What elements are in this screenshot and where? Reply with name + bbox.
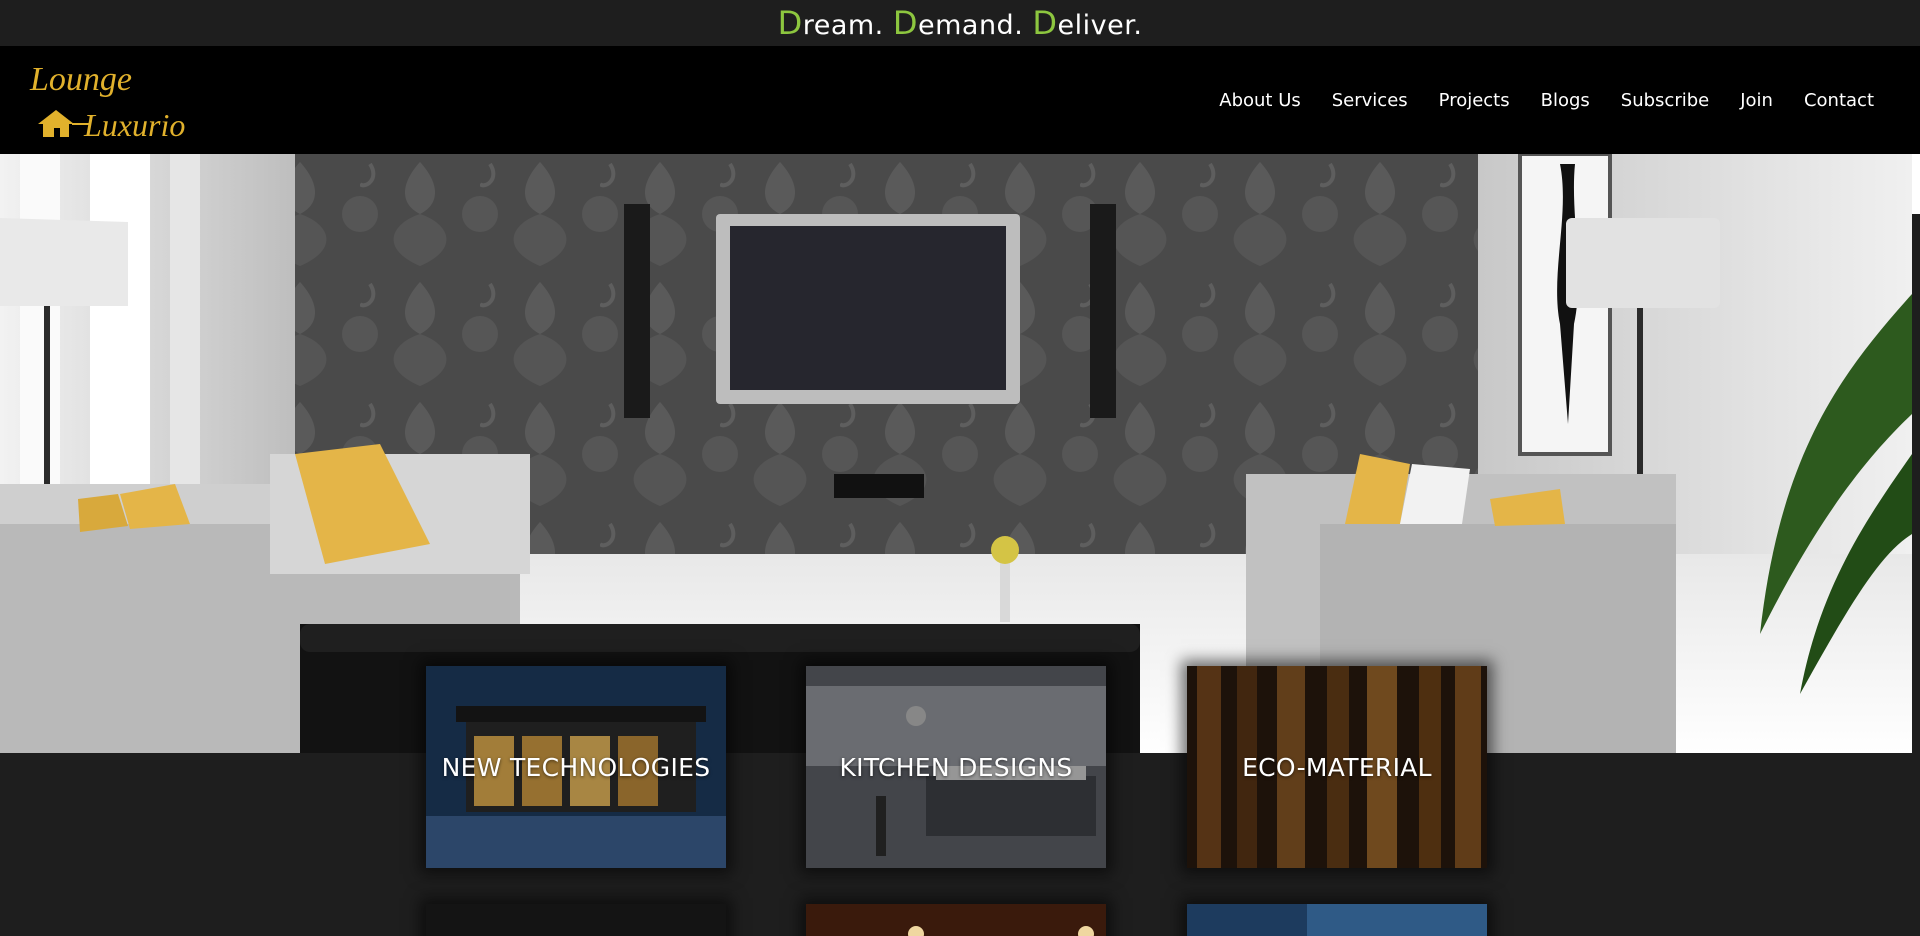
tagline-initial: D — [1032, 4, 1058, 42]
nav-item-services[interactable]: Services — [1332, 90, 1408, 111]
service-card-kitchen-designs[interactable]: KITCHEN DESIGNS — [806, 666, 1106, 868]
hero-image — [0, 154, 1912, 753]
tagline-word: eliver. — [1057, 10, 1143, 41]
service-card-row2-3[interactable] — [1187, 904, 1487, 936]
main-nav: About Us Services Projects Blogs Subscri… — [1188, 46, 1874, 154]
nav-item-contact[interactable]: Contact — [1804, 90, 1874, 111]
logo-house-icon: Lounge Luxurio — [29, 61, 185, 143]
living-room-illustration — [0, 154, 1912, 753]
service-card-eco-material[interactable]: ECO-MATERIAL — [1187, 666, 1487, 868]
nav-item-subscribe[interactable]: Subscribe — [1621, 90, 1709, 111]
wood-ceiling-image — [806, 904, 1106, 936]
dark-texture-image — [426, 904, 726, 936]
logo-text-line2: Luxurio — [83, 107, 185, 143]
nav-item-join[interactable]: Join — [1740, 90, 1773, 111]
logo-text-line1: Lounge — [29, 61, 132, 98]
scrollbar-stub[interactable] — [1912, 154, 1920, 214]
service-card-row2-2[interactable] — [806, 904, 1106, 936]
sky-image — [1187, 904, 1487, 936]
site-header: Lounge Luxurio About Us Services Project… — [0, 46, 1920, 154]
service-card-row2-1[interactable] — [426, 904, 726, 936]
tagline-word: emand. — [917, 10, 1033, 41]
tagline: Dream. Demand. Deliver. — [778, 4, 1143, 42]
service-card-new-technologies[interactable]: NEW TECHNOLOGIES — [426, 666, 726, 868]
card-label: ECO-MATERIAL — [1242, 752, 1432, 782]
nav-item-about-us[interactable]: About Us — [1219, 90, 1301, 111]
tagline-initial: D — [777, 4, 803, 42]
tagline-word: ream. — [802, 10, 893, 41]
tagline-bar: Dream. Demand. Deliver. — [0, 0, 1920, 46]
card-label: KITCHEN DESIGNS — [839, 752, 1073, 782]
nav-item-projects[interactable]: Projects — [1439, 90, 1510, 111]
tagline-initial: D — [892, 4, 918, 42]
card-label: NEW TECHNOLOGIES — [441, 752, 711, 782]
site-logo[interactable]: Lounge Luxurio — [28, 58, 188, 144]
nav-item-blogs[interactable]: Blogs — [1541, 90, 1590, 111]
